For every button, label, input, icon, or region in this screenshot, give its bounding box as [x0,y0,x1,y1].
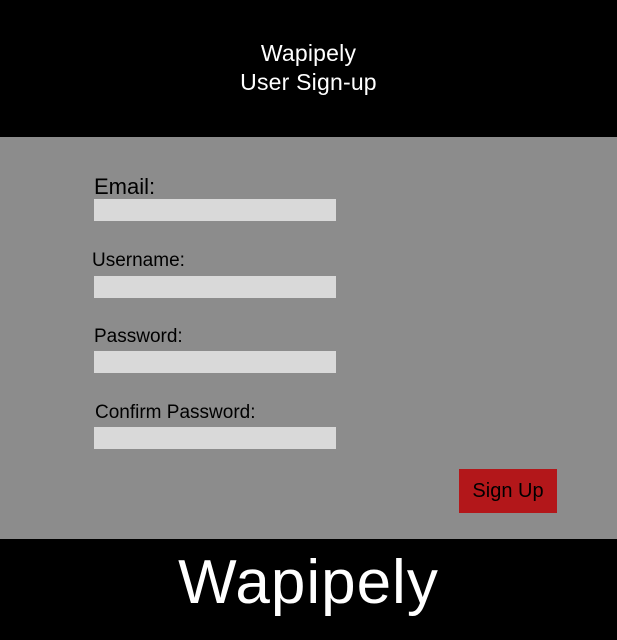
app-name: Wapipely [260,40,357,66]
signup-form: Email: Username: Password: Confirm Passw… [0,137,617,539]
email-label: Email: [94,174,156,199]
page-title: User Sign-up [240,69,377,95]
username-field[interactable] [94,276,336,298]
confirm-password-field[interactable] [94,427,336,449]
sign-up-button[interactable]: Sign Up [459,469,557,513]
username-label: Username: [92,250,185,271]
page-header: Wapipely User Sign-up [0,0,617,137]
password-field[interactable] [94,351,336,373]
email-field[interactable] [94,199,336,221]
footer-brand: Wapipely [178,548,439,617]
confirm-password-label: Confirm Password: [95,402,256,423]
password-label: Password: [94,326,183,347]
page-footer: Wapipely [0,539,617,640]
signup-page: Wapipely User Sign-up Email: Username: P… [0,0,617,640]
